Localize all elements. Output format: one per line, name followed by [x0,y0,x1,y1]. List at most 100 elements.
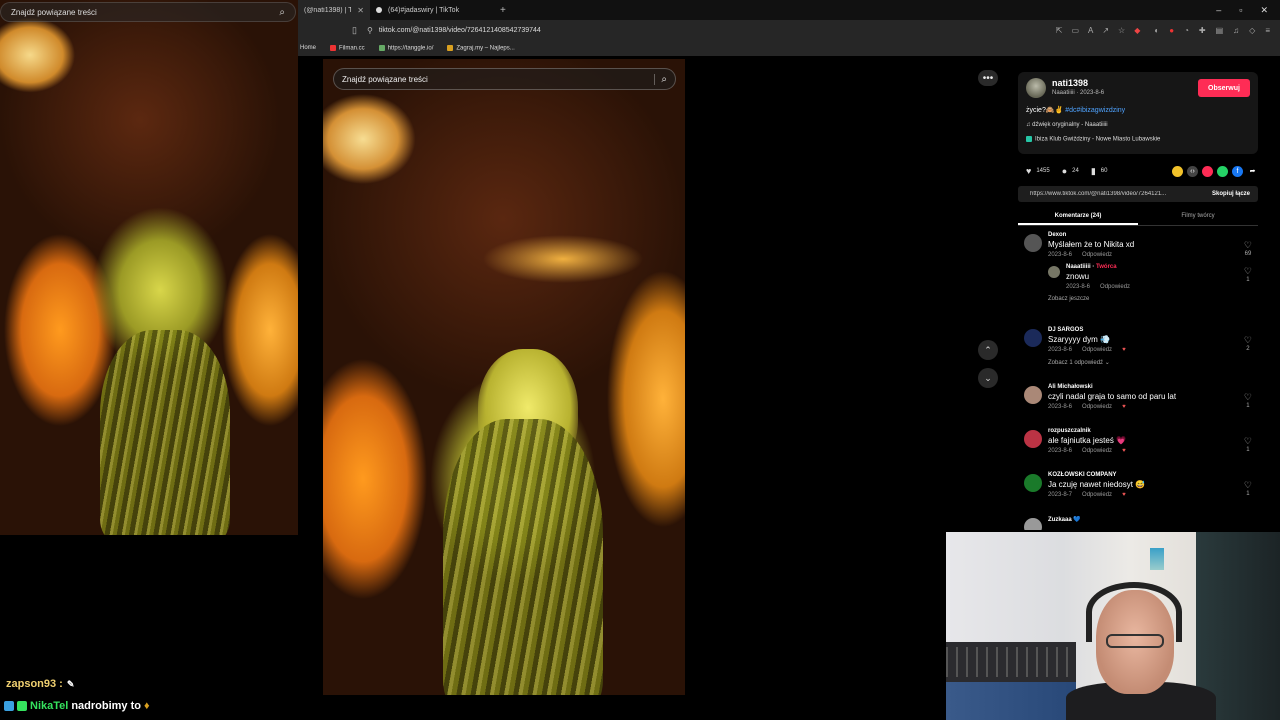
view-more-replies[interactable]: Zobacz jeszcze [1048,296,1258,302]
reply-meta: 2023-8-6 Odpowiedz [1066,284,1258,290]
reply-button[interactable]: Odpowiedz [1082,404,1112,410]
avatar[interactable] [1024,234,1042,252]
brave-shield-icon[interactable]: ◆ [1134,26,1140,35]
comment-date: 2023-8-7 [1048,492,1073,498]
webcam-overlay [946,532,1280,720]
comment-user[interactable]: Zuzkaaa 💙 [1048,516,1258,523]
author-username[interactable]: nati1398 [1052,78,1088,88]
comment-button[interactable]: ● 24 [1062,166,1079,176]
comment-meta: 2023-8-6 Odpowiedz ♥ [1048,347,1258,353]
avatar[interactable] [1048,266,1060,278]
view-more-replies[interactable]: Zobacz 1 odpowiedź ⌄ [1048,359,1258,366]
share-icon[interactable]: ➦ [1247,166,1258,177]
send-icon[interactable] [1202,165,1213,177]
music-icon[interactable]: ♫ [1233,26,1239,35]
toolbar-icons: ⇱ ▭ A ↗ ☆ ◆ [1056,26,1155,35]
bookmark-item[interactable]: Filman.cc [330,44,365,51]
comment-user[interactable]: rozpuszczalnik [1048,428,1258,434]
comment-like-button[interactable]: ♡ 69 [1244,240,1252,257]
emoji-icon[interactable] [1172,165,1183,177]
avatar[interactable] [1024,329,1042,347]
video-link[interactable]: https://www.tiktok.com/@nati1398/video/7… [1018,191,1204,197]
bookmark-icon: ▮ [1090,165,1096,176]
avatar[interactable] [1026,78,1046,98]
whatsapp-icon[interactable] [1217,165,1228,177]
copy-link-button[interactable]: Skopiuj łącze [1204,191,1258,197]
comment-user[interactable]: Ali Michałowski [1048,384,1258,390]
comment-user[interactable]: DJ SARGOS [1048,327,1258,333]
minimize-icon[interactable]: – [1216,5,1221,16]
tab-comments[interactable]: Komentarze (24) [1018,208,1138,225]
location-link[interactable]: Ibiza Klub Gwiździny - Nowe Miasto Lubaw… [1026,136,1160,143]
search-placeholder: Znajdź powiązane treści [342,74,428,84]
tab-creator-videos[interactable]: Filmy twórcy [1138,208,1258,225]
sidebar-icon[interactable]: ▤ [1216,26,1224,35]
avatar[interactable] [1024,474,1042,492]
search-icon[interactable]: ⌕ [654,73,667,85]
author-card: nati1398 Naaatiiiii · 2023-8-6 Obserwuj … [1018,72,1258,154]
like-count: 69 [1244,251,1252,257]
comment-like-button[interactable]: ♡ 1 [1244,392,1252,409]
tab-tiktok-profile[interactable]: (@nati1398) | TikTok ✕ [298,0,370,20]
screenshot-icon[interactable]: ▭ [1071,26,1079,35]
bookmark-icon[interactable]: ▯ [352,25,357,36]
heart-outline-icon: ♡ [1243,266,1252,276]
reply-button[interactable]: Odpowiedz [1082,347,1112,353]
bookmark-item[interactable]: https://tanggle.io/ [378,44,433,51]
maximize-icon[interactable]: ▫ [1239,5,1242,16]
site-info-icon[interactable]: ⚲ [367,26,373,35]
reply-like-button[interactable]: ♡ 1 [1244,266,1252,283]
comment-user[interactable]: KOZŁOWSKI COMPANY [1048,472,1258,478]
bookmark-item[interactable]: Zagraj.my – Najleps... [447,44,515,51]
reply-button[interactable]: Odpowiedz [1100,284,1130,290]
close-window-icon[interactable]: ✕ [1260,5,1268,16]
video-player[interactable] [323,59,685,695]
next-video-button[interactable]: ⌄ [978,368,998,388]
share-icon[interactable]: ↗ [1102,26,1109,35]
menu-icon[interactable]: ≡ [1265,26,1270,35]
embed-icon[interactable]: ‹› [1187,165,1198,177]
avatar[interactable] [1024,386,1042,404]
extension-icon[interactable]: ◔ [1184,26,1189,35]
background-video-frame: Znajdź powiązane treści ⌕ [0,0,298,535]
hashtag-link[interactable]: #dc#ibizagwizdziny [1065,107,1125,114]
close-icon[interactable]: ✕ [357,6,364,15]
facebook-icon[interactable]: f [1232,165,1243,177]
record-icon[interactable]: ● [1169,26,1174,35]
window-controls: – ▫ ✕ [1216,5,1280,16]
reply-button[interactable]: Odpowiedz [1082,492,1112,498]
list-item: Ali Michałowski czyli nadal graja to sam… [1018,384,1258,428]
music-link[interactable]: ♫ dźwięk oryginalny - Naaatiiiii [1026,122,1108,128]
puzzle-icon[interactable]: ✚ [1199,26,1206,35]
wallet-icon[interactable]: ◇ [1249,26,1255,35]
follow-button[interactable]: Obserwuj [1198,79,1250,97]
share-icons: ‹› f ➦ [1172,165,1258,177]
comment-like-button[interactable]: ♡ 1 [1244,480,1252,497]
reply-button[interactable]: Odpowiedz [1082,252,1112,258]
avatar[interactable] [1024,430,1042,448]
previous-video-button[interactable]: ⌃ [978,340,998,360]
bookmark-item[interactable]: Home [300,45,316,51]
comment-like-button[interactable]: ♡ 1 [1244,436,1252,453]
extension-icon[interactable]: ◐ [1154,26,1159,35]
list-item: rozpuszczalnik ale fajniutka jesteś 💗 20… [1018,428,1258,472]
comment-like-button[interactable]: ♡ 2 [1244,335,1252,352]
tab-tiktok-hashtag[interactable]: (64)#jadaswiry | TikTok [370,0,492,20]
comment-user[interactable]: Dexon [1048,232,1258,238]
creator-liked-icon: ♥ [1122,404,1126,410]
related-search-bar[interactable]: Znajdź powiązane treści ⌕ [333,68,676,90]
translate-icon[interactable]: A [1088,26,1093,35]
star-icon[interactable]: ☆ [1118,26,1125,35]
like-button[interactable]: ♥ 1455 [1026,166,1050,176]
reply-button[interactable]: Odpowiedz [1082,448,1112,454]
more-options-button[interactable]: ••• [978,70,998,86]
new-tab-icon[interactable]: + [492,5,514,16]
cast-icon[interactable]: ⇱ [1056,26,1063,35]
save-button[interactable]: ▮ 60 [1091,166,1108,177]
reply-text: znowu [1066,272,1090,281]
avatar[interactable] [1024,518,1042,530]
heart-icon: ♥ [1026,166,1032,176]
reply-user[interactable]: Naaatiiiii · Twórca [1066,264,1258,270]
like-count: 2 [1246,346,1250,352]
url-field[interactable]: tiktok.com/@nati1398/video/7264121408542… [379,27,541,34]
